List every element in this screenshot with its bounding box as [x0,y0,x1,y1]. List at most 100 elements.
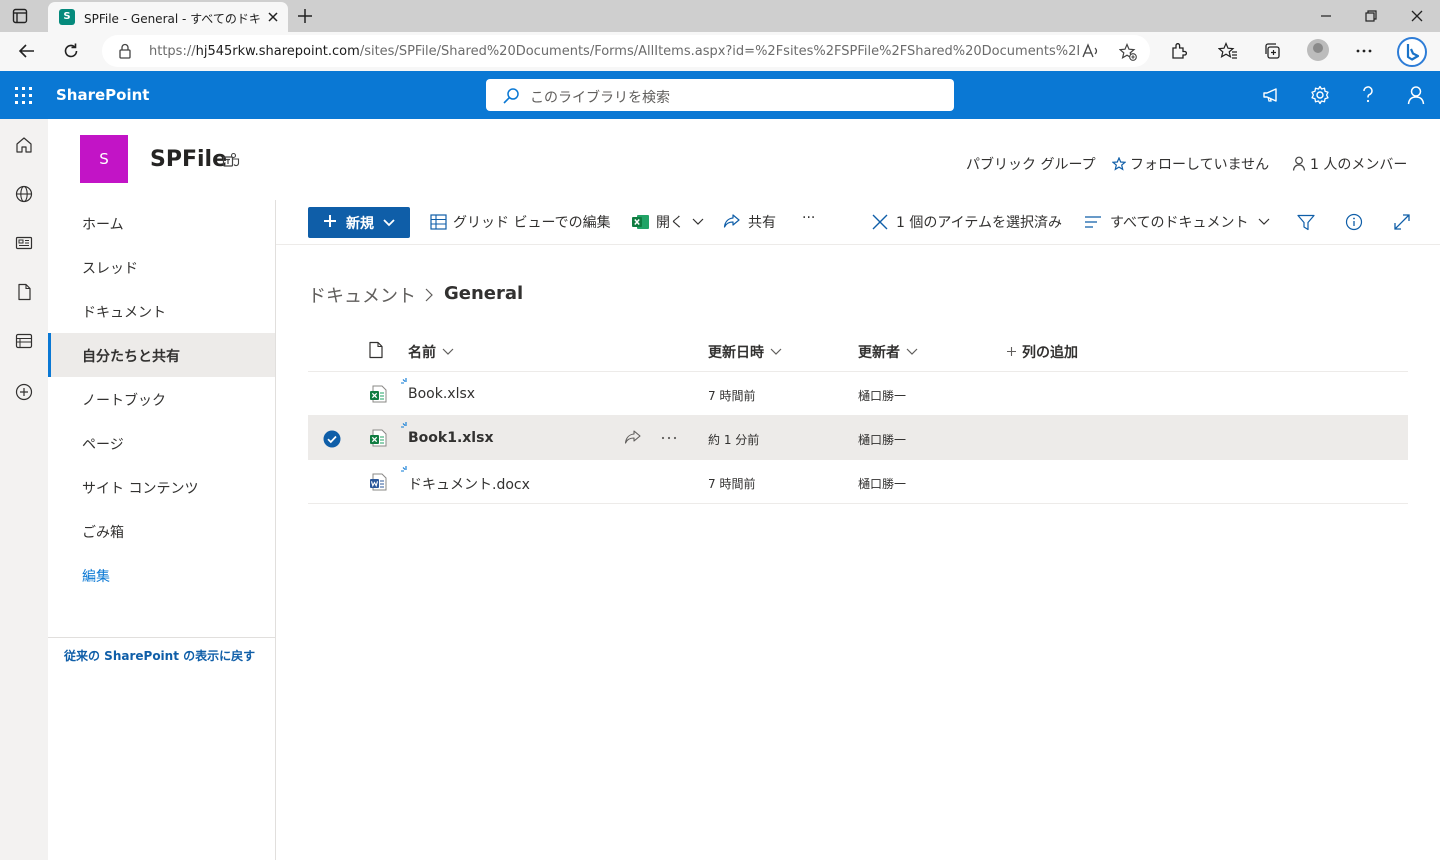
new-button-label: 新規 [346,216,374,232]
home-icon[interactable] [15,136,33,154]
classic-view-link[interactable]: 従来の SharePoint の表示に戻す [64,647,255,664]
add-favorite-icon[interactable] [1119,43,1137,61]
collections-icon[interactable] [1263,42,1281,60]
nav-label: ドキュメント [82,305,166,321]
clear-selection-x-icon[interactable] [872,214,888,230]
refresh-icon[interactable] [62,42,80,60]
nav-item-recycle-bin[interactable]: ごみ箱 [48,509,275,553]
grid-view-icon[interactable] [430,214,447,230]
browser-tab[interactable]: S SPFile - General - すべてのドキュメント [48,2,288,32]
read-aloud-icon[interactable] [1082,43,1100,59]
open-chevron-down-icon[interactable] [692,218,704,226]
share-button[interactable]: 共有 [748,212,776,232]
modified-time: 7 時間前 [708,389,756,403]
info-icon[interactable] [1345,213,1363,231]
chevron-down-icon [442,348,454,356]
nav-item-home[interactable]: ホーム [48,201,275,245]
create-plus-circle-icon[interactable] [15,383,33,401]
minimize-icon[interactable] [1319,9,1333,23]
url-text[interactable]: https://hj545rkw.sharepoint.com/sites/SP… [149,44,1079,59]
file-type-column-icon[interactable] [368,341,384,359]
column-header-modified[interactable]: 更新日時 [708,342,782,362]
row-more-actions-icon[interactable] [660,429,678,447]
url-host: hj545rkw.sharepoint.com [195,44,360,59]
plus-icon [1006,346,1017,357]
table-row[interactable]: Book1.xlsx 約 1 分前 樋口勝一 [308,416,1408,460]
follow-button[interactable]: フォローしていません [1112,154,1269,174]
view-lines-icon[interactable] [1084,215,1102,229]
nav-label: ノートブック [82,393,166,409]
column-label: 列の追加 [1022,345,1078,361]
back-arrow-icon[interactable] [18,42,36,60]
announcement-megaphone-icon[interactable] [1262,85,1282,105]
globe-sites-icon[interactable] [15,185,33,203]
expand-fullscreen-icon[interactable] [1393,213,1411,231]
column-header-name[interactable]: 名前 [408,342,454,362]
nav-divider [48,637,275,638]
table-row[interactable]: ドキュメント.docx 7 時間前 樋口勝一 [308,460,1408,504]
files-document-icon[interactable] [15,283,33,301]
profile-avatar[interactable] [1307,39,1329,61]
excel-icon[interactable] [632,214,650,230]
modified-by[interactable]: 樋口勝一 [858,387,906,404]
library-search-input[interactable]: このライブラリを検索 [486,79,954,111]
site-logo[interactable]: S [80,135,128,183]
nav-item-threads[interactable]: スレッド [48,245,275,289]
nav-label: 編集 [82,569,110,585]
app-launcher-icon[interactable] [15,87,32,104]
settings-gear-icon[interactable] [1310,85,1330,105]
share-icon[interactable] [723,213,741,230]
lock-icon[interactable] [118,43,132,59]
modified-by[interactable]: 樋口勝一 [858,475,906,492]
row-share-icon[interactable] [624,429,642,446]
word-file-icon [369,473,387,491]
nav-edit-link[interactable]: 編集 [48,553,275,597]
selected-checkmark-icon[interactable] [323,430,341,448]
file-name-link[interactable]: Book1.xlsx [408,430,493,446]
nav-item-site-contents[interactable]: サイト コンテンツ [48,465,275,509]
nav-item-notebook[interactable]: ノートブック [48,377,275,421]
more-menu-icon[interactable] [1355,42,1373,60]
nav-item-shared-with-us[interactable]: 自分たちと共有 [48,333,275,377]
modified-by[interactable]: 樋口勝一 [858,431,906,448]
list-header: 名前 更新日時 更新者 列の追加 [308,328,1408,372]
teams-icon[interactable] [222,152,240,170]
breadcrumb-current-folder: General [444,283,524,304]
more-commands-button[interactable]: ··· [802,210,815,226]
new-tab-icon[interactable] [296,7,314,25]
close-window-icon[interactable] [1410,9,1424,23]
extensions-icon[interactable] [1170,42,1188,60]
close-tab-icon[interactable] [266,10,280,24]
view-selector[interactable]: すべてのドキュメント [1110,212,1248,232]
selection-count: 1 個のアイテムを選択済み [896,215,1062,231]
sharepoint-brand[interactable]: SharePoint [56,86,149,104]
help-question-icon[interactable] [1360,85,1376,105]
members-button[interactable]: 1 人のメンバー [1292,154,1407,174]
account-person-icon[interactable] [1406,85,1426,105]
table-row[interactable]: Book.xlsx 7 時間前 樋口勝一 [308,372,1408,416]
filter-funnel-icon[interactable] [1297,214,1315,231]
restore-icon[interactable] [1364,9,1378,23]
file-name-link[interactable]: ドキュメント.docx [408,474,530,494]
address-bar[interactable]: https://hj545rkw.sharepoint.com/sites/SP… [102,35,1150,67]
open-button[interactable]: 開く [656,212,684,232]
column-header-modified-by[interactable]: 更新者 [858,342,918,362]
edit-in-grid-view-button[interactable]: グリッド ビューでの編集 [453,212,611,232]
site-title[interactable]: SPFile [150,147,227,172]
nav-label: ページ [82,437,124,453]
nav-label: サイト コンテンツ [82,481,199,497]
site-navigation: ホーム スレッド ドキュメント 自分たちと共有 ノートブック ページ サイト コ… [48,200,276,860]
file-name-link[interactable]: Book.xlsx [408,386,475,402]
nav-item-documents[interactable]: ドキュメント [48,289,275,333]
favorites-icon[interactable] [1218,42,1238,60]
chevron-down-icon [770,348,782,356]
view-chevron-down-icon[interactable] [1258,218,1270,226]
add-column-button[interactable]: 列の追加 [1006,342,1078,362]
breadcrumb-documents[interactable]: ドキュメント [308,282,416,308]
lists-icon[interactable] [15,332,33,350]
nav-item-pages[interactable]: ページ [48,421,275,465]
new-button[interactable]: 新規 [308,207,410,238]
bing-copilot-icon[interactable] [1397,37,1427,67]
news-icon[interactable] [15,234,33,252]
tab-actions-icon[interactable] [12,8,28,24]
